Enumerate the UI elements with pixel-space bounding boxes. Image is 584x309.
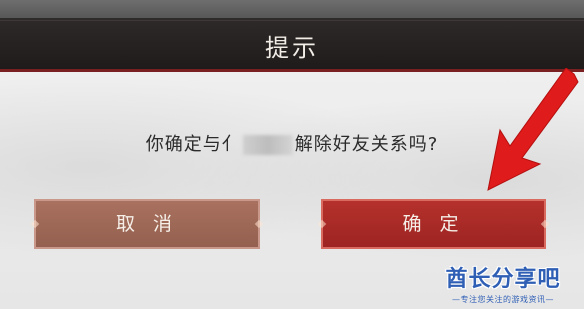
dialog-header: 提示	[0, 18, 584, 72]
cancel-button[interactable]: 取 消	[34, 199, 260, 249]
confirm-button[interactable]: 确 定	[321, 199, 546, 249]
red-pointer-arrow-icon	[487, 68, 579, 191]
screen: 提示 你确定与亻 解除好友关系吗? 取 消 确 定 酋长分享吧 —专注您关注的游戏…	[0, 0, 584, 309]
message-suffix: 解除好友关系吗?	[294, 134, 439, 155]
message-prefix: 你确定与	[145, 134, 222, 155]
watermark-tagline: —专注您关注的游戏资讯—	[452, 295, 554, 304]
message-partial-char: 亻	[221, 134, 241, 155]
redacted-friend-name	[242, 135, 293, 155]
watermark: 酋长分享吧 —专注您关注的游戏资讯—	[428, 261, 578, 305]
dialog-title: 提示	[265, 34, 319, 62]
watermark-brand: 酋长分享吧	[445, 267, 561, 292]
